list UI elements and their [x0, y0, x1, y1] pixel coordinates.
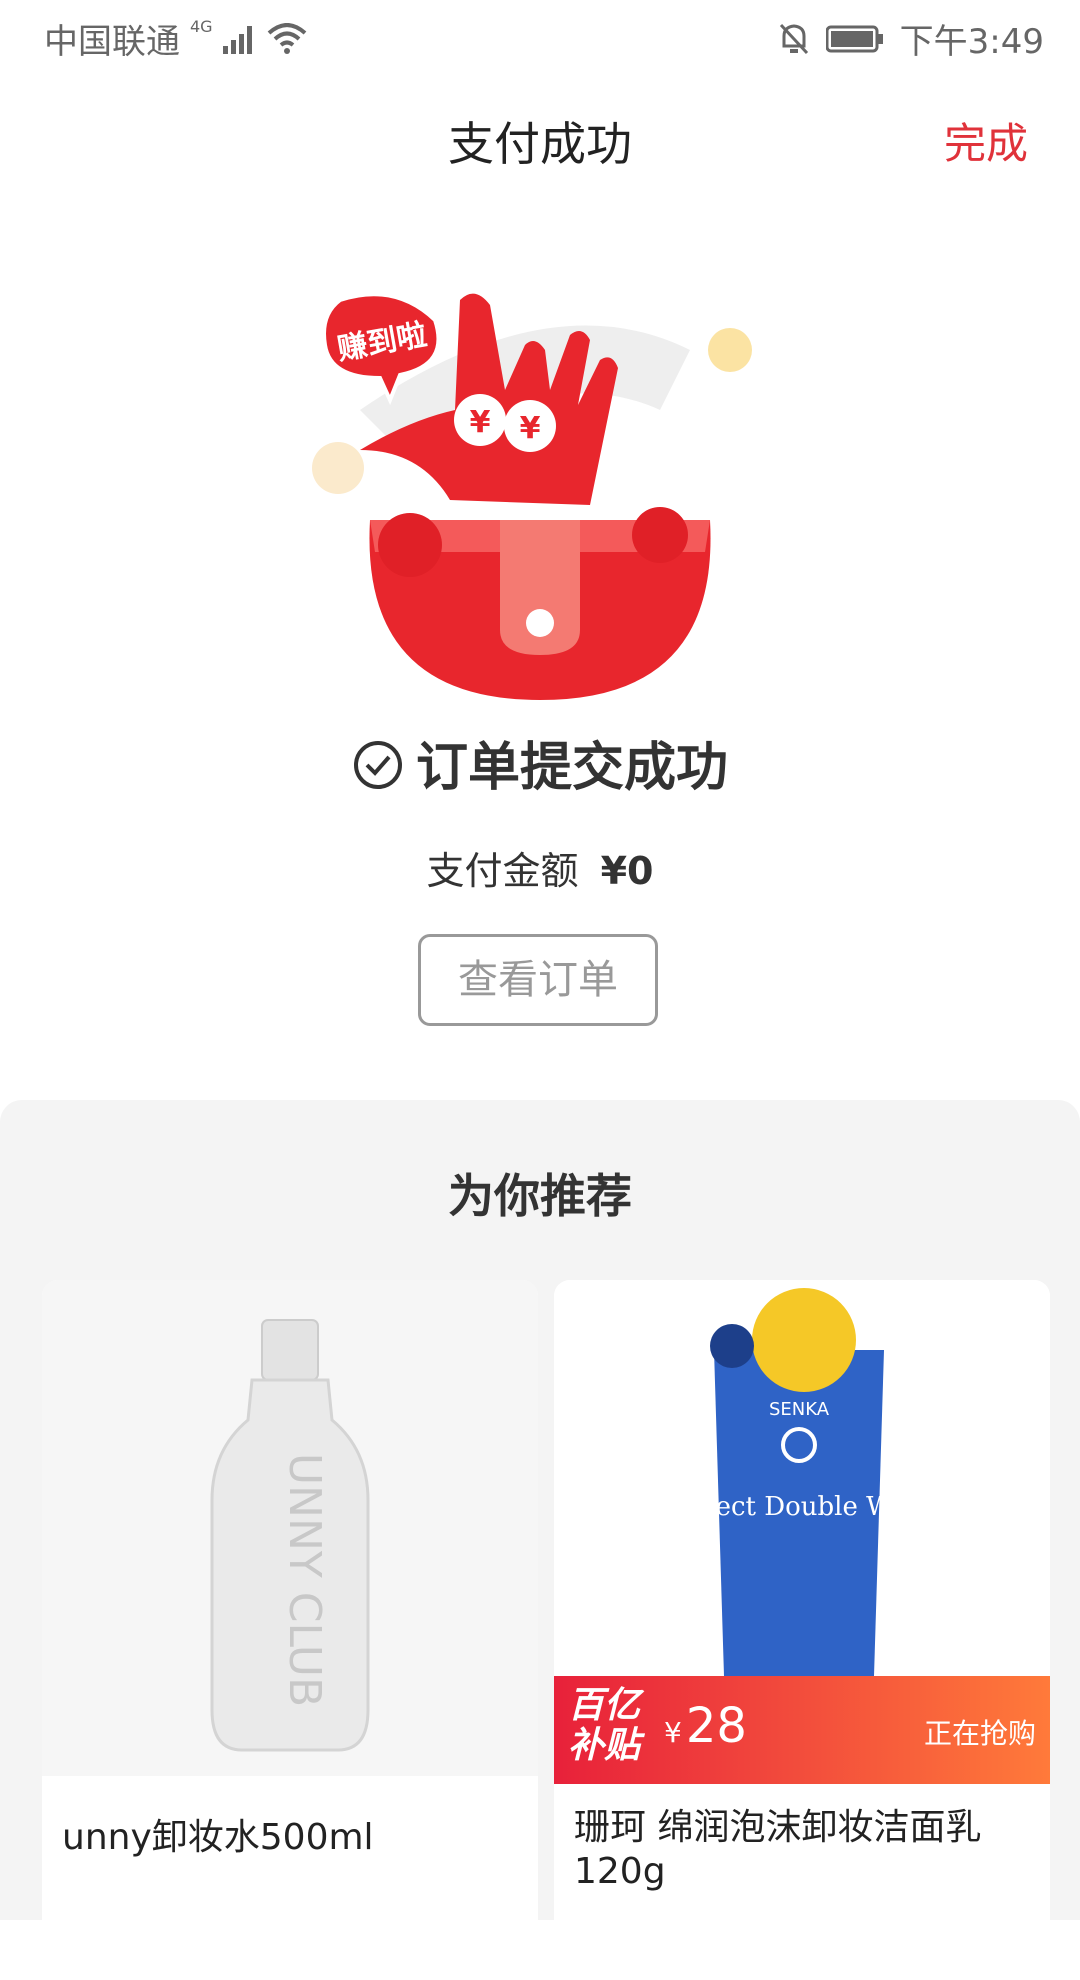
subsidy-banner[interactable]: 百亿补贴 ¥28 正在抢购 [554, 1676, 1050, 1784]
wifi-icon [267, 22, 306, 54]
done-button[interactable]: 完成 [944, 110, 1028, 171]
mute-bell-icon [779, 23, 808, 54]
order-status-text: 订单提交成功 [415, 738, 728, 798]
coin-symbol: ¥ [520, 411, 541, 446]
coin-symbol: ¥ [470, 405, 491, 440]
subsidy-badge: 百亿补贴 [568, 1685, 641, 1766]
pay-label: 支付金额 [426, 849, 579, 893]
pay-amount: ¥0 [600, 849, 654, 893]
success-illustration: ¥ ¥ 赚到啦 [300, 290, 780, 710]
product-label: Perfect Double Wash [662, 1492, 937, 1522]
clock: 下午3:49 [899, 22, 1044, 62]
brand-label: SENKA [769, 1399, 830, 1420]
view-order-button[interactable]: 查看订单 [418, 934, 658, 1026]
product-price: ¥28 [664, 1698, 747, 1754]
signal-icon [222, 25, 252, 54]
coin-decoration [708, 328, 752, 372]
product-image[interactable]: UNNY CLUB [42, 1280, 538, 1776]
order-status: 订单提交成功 [0, 725, 1080, 804]
product-card[interactable]: SENKA Perfect Double Wash 百亿补贴 ¥28 正在抢购 … [554, 1280, 1050, 1980]
status-bar: 中国联通 4G 下午3:49 [0, 0, 1080, 72]
product-name[interactable]: unny卸妆水500ml [62, 1816, 522, 1860]
coin-decoration [312, 442, 364, 494]
payment-amount-row: 支付金额 ¥0 [0, 840, 1080, 895]
bottle-label: UNNY CLUB [279, 1453, 330, 1707]
nav-bar: 支付成功 完成 [0, 90, 1080, 200]
promo-label: 正在抢购 [923, 1717, 1036, 1750]
carrier-label: 中国联通 [44, 22, 180, 62]
page-title: 支付成功 [448, 117, 632, 171]
check-circle-icon [352, 739, 404, 804]
product-card[interactable]: UNNY CLUB unny卸妆水500ml [42, 1280, 538, 1980]
network-type: 4G [190, 17, 213, 36]
recommendation-section: 为你推荐 UNNY CLUB unny卸妆水500ml SENKA Perfec… [0, 1100, 1080, 1980]
recommendation-title: 为你推荐 [448, 1169, 632, 1223]
product-name[interactable]: 珊珂 绵润泡沫卸妆洁面乳120g [574, 1806, 1034, 1894]
battery-icon [825, 25, 883, 52]
